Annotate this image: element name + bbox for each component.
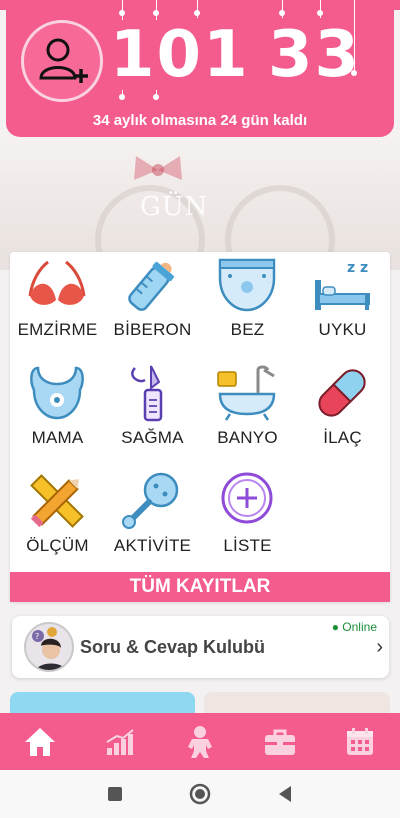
activity-bath[interactable]: BANYO bbox=[200, 362, 295, 468]
activity-pumping[interactable]: SAĞMA bbox=[105, 362, 200, 468]
bed-sleep-icon: z z Z bbox=[315, 260, 373, 310]
nav-bag[interactable] bbox=[250, 713, 310, 770]
counter-primary: 101 bbox=[110, 18, 250, 92]
activity-label: İLAÇ bbox=[323, 428, 362, 447]
briefcase-icon bbox=[265, 729, 295, 755]
nav-calendar[interactable] bbox=[330, 713, 390, 770]
plus-circle-icon bbox=[221, 472, 273, 524]
woman-avatar-icon: ? bbox=[32, 627, 67, 670]
person-add-icon bbox=[39, 38, 88, 83]
calendar-icon bbox=[347, 727, 373, 755]
activity-label: LİSTE bbox=[223, 536, 272, 555]
header-counter-panel: 101 33 34 aylık olmasına 24 gün kaldı bbox=[6, 0, 394, 137]
activity-list[interactable]: LİSTE bbox=[200, 470, 295, 576]
bathtub-icon bbox=[217, 365, 276, 421]
bottom-navigation bbox=[0, 713, 400, 770]
all-records-button[interactable]: TÜM KAYITLAR bbox=[10, 572, 390, 602]
club-avatar: ? bbox=[24, 622, 74, 672]
home-icon bbox=[25, 727, 55, 756]
add-baby-profile-button[interactable] bbox=[21, 20, 103, 102]
club-title: Soru & Cevap Kulubü bbox=[80, 637, 266, 657]
activity-label: AKTİVİTE bbox=[113, 536, 192, 555]
system-navigation-bar bbox=[0, 770, 400, 818]
breast-pump-icon bbox=[131, 365, 163, 422]
background-photo-text: GÜN bbox=[140, 192, 209, 222]
qa-club-card[interactable]: ? Soru & Cevap Kulubü ● Online › bbox=[12, 616, 389, 678]
back-icon[interactable] bbox=[277, 785, 293, 803]
bra-icon bbox=[28, 260, 86, 305]
counter-secondary: 33 bbox=[268, 18, 362, 92]
baby-bottle-icon bbox=[128, 262, 174, 311]
nav-growth[interactable] bbox=[90, 713, 150, 770]
activity-label: UYKU bbox=[318, 320, 367, 339]
bib-icon bbox=[30, 366, 84, 420]
chevron-right-icon: › bbox=[376, 636, 383, 658]
activity-bottle[interactable]: BİBERON bbox=[105, 254, 200, 360]
pill-icon bbox=[318, 369, 366, 417]
rattle-icon bbox=[122, 472, 179, 529]
home-circle-icon[interactable] bbox=[189, 783, 211, 805]
bow-decoration bbox=[134, 156, 182, 180]
activity-medicine[interactable]: İLAÇ bbox=[295, 362, 390, 468]
activity-label: SAĞMA bbox=[121, 428, 184, 447]
nav-baby[interactable] bbox=[170, 713, 230, 770]
activity-diaper[interactable]: BEZ bbox=[200, 254, 295, 360]
activity-sleep[interactable]: z z Z UYKU bbox=[295, 254, 390, 360]
activity-label: MAMA bbox=[31, 428, 84, 447]
online-status: ● Online bbox=[331, 620, 377, 634]
activity-measurement[interactable]: ÖLÇÜM bbox=[10, 470, 105, 576]
activity-feeding[interactable]: MAMA bbox=[10, 362, 105, 468]
activity-label: BİBERON bbox=[113, 320, 192, 339]
activity-label: ÖLÇÜM bbox=[26, 536, 89, 555]
svg-text:z z Z: z z Z bbox=[347, 260, 373, 276]
activity-grid: EMZİRME BİBERON BEZ z z Z UY bbox=[10, 252, 390, 602]
svg-text:?: ? bbox=[35, 632, 39, 641]
activity-label: EMZİRME bbox=[17, 320, 98, 339]
baby-icon bbox=[188, 725, 212, 758]
growth-chart-icon bbox=[106, 728, 134, 755]
activity-breastfeeding[interactable]: EMZİRME bbox=[10, 254, 105, 360]
recents-icon[interactable] bbox=[107, 786, 123, 802]
activity-label: BANYO bbox=[217, 428, 278, 447]
age-countdown-text: 34 aylık olmasına 24 gün kaldı bbox=[92, 112, 308, 129]
activity-activity[interactable]: AKTİVİTE bbox=[105, 470, 200, 576]
nav-home[interactable] bbox=[10, 713, 70, 770]
activity-label: BEZ bbox=[230, 320, 265, 339]
diaper-icon bbox=[218, 258, 276, 312]
ruler-pencil-icon bbox=[30, 474, 84, 528]
